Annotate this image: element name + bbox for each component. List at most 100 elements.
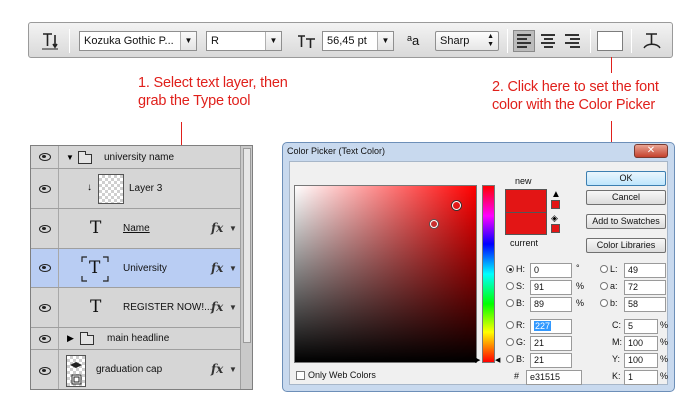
green-radio[interactable]: [506, 338, 514, 346]
antialias-select[interactable]: Sharp ▲ ▼: [435, 31, 499, 51]
tool-preset-icon[interactable]: [41, 31, 61, 51]
add-to-swatches-label: Add to Swatches: [592, 216, 660, 226]
effects-icon[interactable]: fx: [211, 261, 223, 275]
align-left-button[interactable]: [513, 30, 535, 52]
layer-name: University: [123, 263, 167, 274]
font-family-select[interactable]: Kozuka Gothic P... ▼: [79, 31, 197, 51]
layer-row-layer-3[interactable]: ↓ Layer 3: [31, 169, 240, 209]
web-safe-cube-icon[interactable]: ◈: [551, 213, 558, 224]
web-safe-swatch[interactable]: [551, 224, 560, 233]
align-center-button[interactable]: [537, 30, 559, 52]
brightness-input[interactable]: 89: [530, 297, 572, 312]
yellow-value: 100: [628, 355, 644, 365]
a-radio[interactable]: [600, 282, 608, 290]
magenta-input[interactable]: 100: [624, 336, 658, 351]
effects-icon[interactable]: fx: [211, 300, 223, 314]
disclosure-closed-icon[interactable]: ▶: [67, 333, 74, 344]
hue-radio[interactable]: [506, 265, 514, 273]
layer-row-name[interactable]: T Name fx ▼: [31, 209, 240, 249]
annotation-step-2-line-2: color with the Color Picker: [492, 97, 656, 113]
chevron-down-icon[interactable]: ▼: [229, 224, 237, 233]
current-color-label: current: [510, 238, 539, 248]
eye-icon: [38, 366, 51, 375]
scrollbar-thumb[interactable]: [243, 148, 251, 343]
folder-icon: [80, 332, 94, 345]
hex-input[interactable]: e31515: [526, 370, 582, 385]
b-lab-input[interactable]: 58: [624, 297, 666, 312]
add-to-swatches-button[interactable]: Add to Swatches: [586, 214, 666, 229]
effects-icon[interactable]: fx: [211, 221, 223, 235]
annotation-step-2-line-1: 2. Click here to set the font: [492, 79, 659, 95]
chevron-down-icon[interactable]: ▼: [229, 264, 237, 273]
eye-icon: [38, 264, 51, 272]
brightness-radio[interactable]: [506, 299, 514, 307]
black-label: K:: [612, 371, 621, 381]
hue-slider-left-arrow-icon[interactable]: ▶: [475, 356, 480, 364]
saturation-input[interactable]: 91: [530, 280, 572, 295]
eye-icon: [38, 334, 51, 343]
color-libraries-button[interactable]: Color Libraries: [586, 238, 666, 253]
visibility-toggle[interactable]: [31, 350, 59, 389]
new-color-label: new: [515, 176, 532, 186]
layer-row-register-now[interactable]: T REGISTER NOW!... fx ▼: [31, 288, 240, 328]
color-libraries-label: Color Libraries: [596, 240, 656, 250]
layer-row-university-name[interactable]: ▼ university name: [31, 146, 240, 169]
hue-slider[interactable]: [482, 185, 495, 363]
eye-icon: [38, 153, 51, 161]
b-lab-radio[interactable]: [600, 299, 608, 307]
visibility-toggle[interactable]: [31, 249, 59, 287]
current-color-swatch[interactable]: [505, 212, 547, 235]
yellow-input[interactable]: 100: [624, 353, 658, 368]
gamut-swatch[interactable]: [551, 200, 560, 209]
dialog-title: Color Picker (Text Color): [287, 146, 386, 156]
layer-row-university[interactable]: T University fx ▼: [31, 249, 240, 288]
eye-icon: [38, 224, 51, 233]
black-unit: %: [660, 371, 669, 381]
visibility-toggle[interactable]: [31, 328, 59, 349]
annotation-step-1-line-2: grab the Type tool: [138, 93, 251, 109]
antialias-glyph-a2: a: [412, 33, 420, 48]
blue-input[interactable]: 21: [530, 353, 572, 368]
effects-icon[interactable]: fx: [211, 362, 223, 376]
visibility-toggle[interactable]: [31, 209, 59, 248]
hex-label: #: [514, 371, 520, 381]
saturation-radio[interactable]: [506, 282, 514, 290]
visibility-toggle[interactable]: [31, 169, 59, 208]
chevron-down-icon[interactable]: ▼: [229, 365, 237, 374]
close-button[interactable]: ✕: [634, 144, 668, 158]
red-radio[interactable]: [506, 321, 514, 329]
font-size-select[interactable]: 56,45 pt ▼: [322, 31, 394, 51]
text-color-swatch[interactable]: [597, 31, 623, 51]
visibility-toggle[interactable]: [31, 288, 59, 327]
lightness-input[interactable]: 49: [624, 263, 666, 278]
black-input[interactable]: 1: [624, 370, 658, 385]
font-style-select[interactable]: R ▼: [206, 31, 282, 51]
align-right-button[interactable]: [561, 30, 583, 52]
visibility-toggle[interactable]: [31, 146, 59, 168]
hue-slider-right-arrow-icon[interactable]: ◀: [495, 356, 500, 364]
brightness-value: 89: [534, 299, 545, 309]
cyan-input[interactable]: 5: [624, 319, 658, 334]
brightness-unit: %: [576, 298, 585, 308]
lightness-radio[interactable]: [600, 265, 608, 273]
a-input[interactable]: 72: [624, 280, 666, 295]
green-input[interactable]: 21: [530, 336, 572, 351]
disclosure-open-icon[interactable]: ▼: [66, 153, 74, 162]
layer-row-main-headline[interactable]: ▶ main headline: [31, 328, 240, 350]
layers-scrollbar[interactable]: [240, 146, 252, 389]
layer-name: REGISTER NOW!...: [123, 302, 213, 313]
annotation-step-2: 2. Click here to set the font color with…: [492, 78, 659, 114]
warp-text-icon[interactable]: [641, 30, 663, 52]
a-value: 72: [628, 282, 639, 292]
layer-row-graduation-cap[interactable]: graduation cap fx ▼: [31, 350, 240, 389]
blue-radio[interactable]: [506, 355, 514, 363]
cancel-button[interactable]: Cancel: [586, 190, 666, 205]
hue-input[interactable]: 0: [530, 263, 572, 278]
ok-button[interactable]: OK: [586, 171, 666, 186]
color-field[interactable]: [294, 185, 477, 363]
gamut-warning-icon[interactable]: ▲: [551, 189, 561, 200]
only-web-colors-checkbox[interactable]: [296, 371, 305, 380]
chevron-down-icon[interactable]: ▼: [229, 303, 237, 312]
red-input[interactable]: 227: [530, 319, 572, 334]
magenta-value: 100: [628, 338, 644, 348]
